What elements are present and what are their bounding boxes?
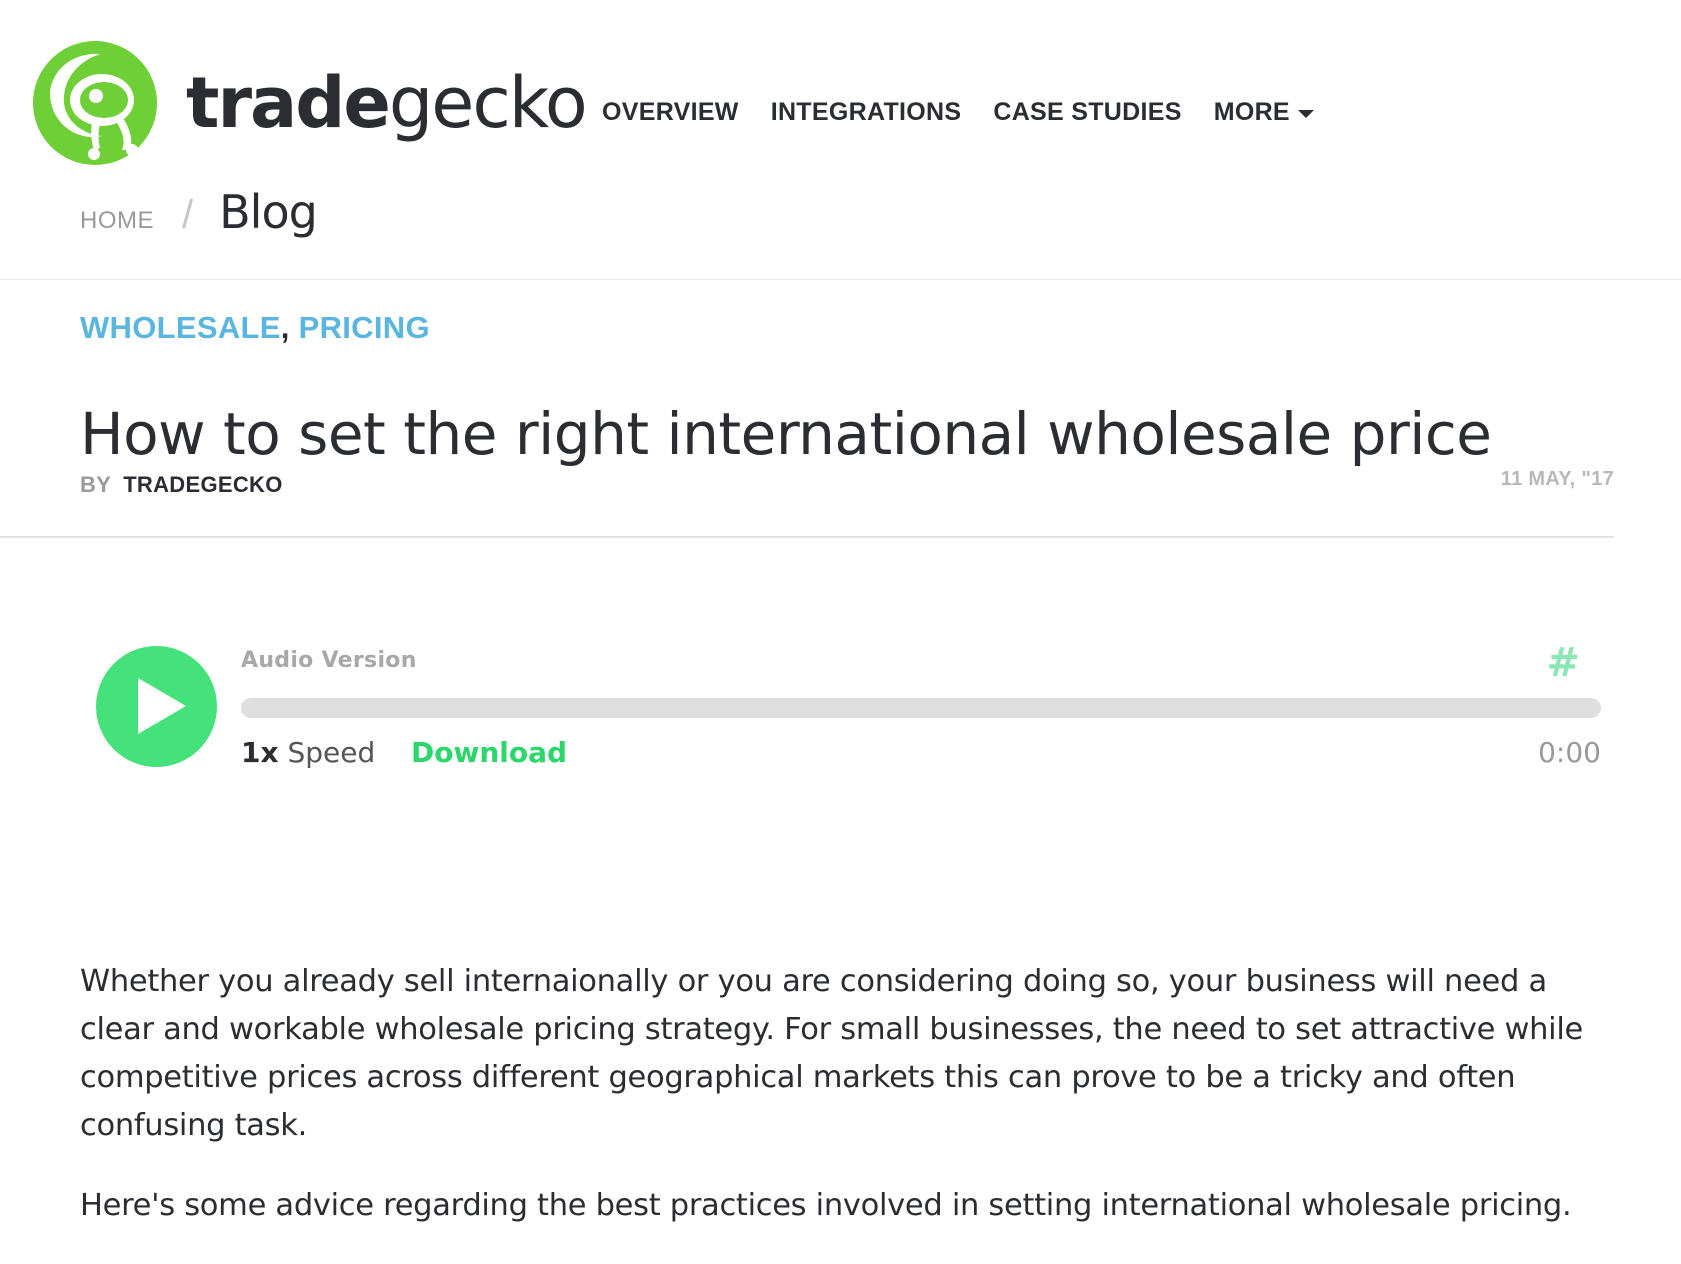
caret-down-icon bbox=[1297, 110, 1314, 118]
header-divider bbox=[0, 536, 1614, 538]
breadcrumb-separator: / bbox=[182, 193, 194, 237]
breadcrumb-current: Blog bbox=[219, 185, 318, 239]
article-categories: WHOLESALE, PRICING bbox=[80, 310, 430, 346]
category-separator: , bbox=[280, 310, 290, 345]
breadcrumb-home-link[interactable]: HOME bbox=[80, 207, 154, 235]
article-title: How to set the right international whole… bbox=[80, 400, 1492, 468]
nav-item-integrations[interactable]: INTEGRATIONS bbox=[771, 98, 962, 127]
speed-toggle[interactable]: 1x Speed bbox=[241, 736, 375, 769]
nav-item-more-label: MORE bbox=[1213, 98, 1290, 126]
category-link-wholesale[interactable]: WHOLESALE bbox=[80, 310, 281, 345]
hash-link-icon[interactable]: # bbox=[1546, 640, 1580, 686]
nav-item-case-studies[interactable]: CASE STUDIES bbox=[993, 98, 1181, 127]
site-header: tradegecko OVERVIEW INTEGRATIONS CASE ST… bbox=[0, 0, 1681, 280]
breadcrumb: HOME / Blog bbox=[80, 185, 318, 239]
brand-name-light: gecko bbox=[388, 62, 588, 144]
gecko-logo-icon bbox=[33, 41, 157, 165]
speed-label: Speed bbox=[287, 736, 376, 769]
speed-value: 1x bbox=[241, 736, 279, 769]
audio-time: 0:00 bbox=[1538, 736, 1601, 769]
brand-wordmark: tradegecko bbox=[186, 68, 588, 138]
article-body: Whether you already sell internaionally … bbox=[80, 958, 1620, 1262]
download-link[interactable]: Download bbox=[411, 736, 567, 769]
play-button[interactable] bbox=[96, 646, 217, 767]
play-icon bbox=[138, 678, 186, 734]
nav-item-overview[interactable]: OVERVIEW bbox=[602, 98, 739, 127]
author-link[interactable]: TRADEGECKO bbox=[123, 472, 282, 497]
byline-label: BY bbox=[80, 472, 111, 497]
category-link-pricing[interactable]: PRICING bbox=[299, 310, 430, 345]
brand-logo[interactable]: tradegecko bbox=[30, 38, 588, 168]
audio-progress-bar[interactable] bbox=[241, 698, 1601, 718]
article-paragraph: Here's some advice regarding the best pr… bbox=[80, 1188, 1572, 1223]
article-paragraph: Whether you already sell internaionally … bbox=[80, 964, 1583, 1143]
audio-player: Audio Version # 1x Speed Download 0:00 bbox=[96, 640, 1606, 770]
brand-name-bold: trade bbox=[186, 62, 391, 144]
main-nav: OVERVIEW INTEGRATIONS CASE STUDIES MORE bbox=[602, 98, 1346, 127]
nav-item-more[interactable]: MORE bbox=[1214, 98, 1314, 127]
article-byline: BY TRADEGECKO bbox=[80, 472, 283, 498]
audio-version-label: Audio Version bbox=[241, 648, 417, 673]
article-date: 11 MAY, "17 bbox=[1500, 468, 1614, 490]
